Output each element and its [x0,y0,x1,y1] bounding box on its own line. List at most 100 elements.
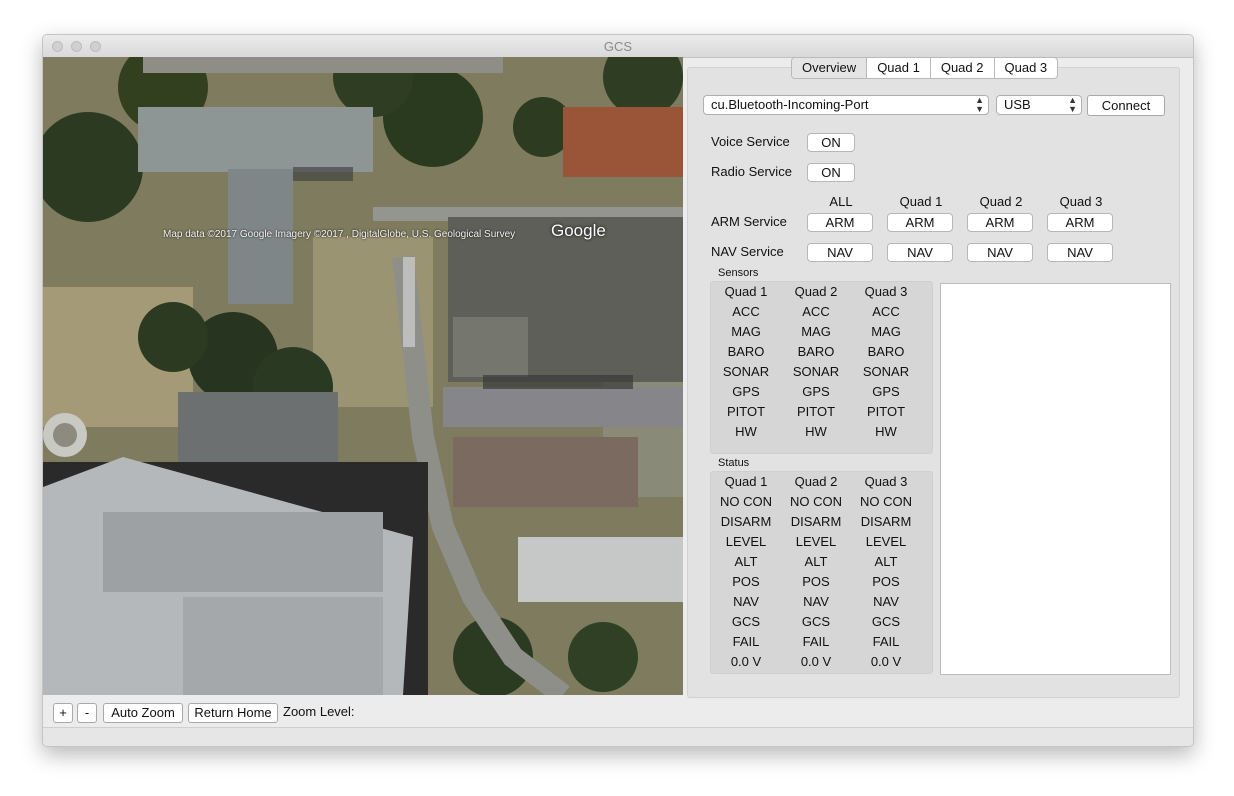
status-indicator-alt-quad-2: ALT [804,554,828,569]
sensor-indicator-sonar-quad-3: SONAR [862,364,910,379]
window-title: GCS [603,39,633,54]
status-indicator-pos-quad-2: POS [802,574,830,589]
status-group: Quad 1 Quad 2 Quad 3 NO CON NO CON NO CON DISA… [710,471,933,674]
status-indicator-no-con-quad-2: NO CON [790,494,842,509]
sensor-header-quad-2: Quad 2 [794,284,838,299]
connection-type-value: USB [1004,97,1031,112]
sensor-indicator-pitot-quad-1: PITOT [726,404,766,419]
nav-service-label: NAV Service [711,244,784,259]
sensor-indicator-acc-quad-1: ACC [732,304,760,319]
sensor-indicator-gps-quad-2: GPS [802,384,830,399]
status-indicator-fail-quad-1: FAIL [732,634,760,649]
status-header-quad-3: Quad 3 [864,474,908,489]
tab-quad-3[interactable]: Quad 3 [993,58,1058,78]
arm-quad-3-button[interactable]: ARM [1047,213,1113,232]
app-window: GCS Map data ©2017 Google Imagery ©2017 … [42,34,1194,747]
status-indicator-pos-quad-1: POS [732,574,760,589]
status-indicator-level-quad-1: LEVEL [725,534,767,549]
sensor-header-quad-1: Quad 1 [724,284,768,299]
nav-quad-2-button[interactable]: NAV [967,243,1033,262]
voice-service-toggle[interactable]: ON [807,133,855,152]
status-title: Status [718,457,750,469]
status-indicator-0-0-v-quad-3: 0.0 V [870,654,902,669]
radio-service-toggle[interactable]: ON [807,163,855,182]
radio-service-label: Radio Service [711,164,792,179]
zoom-out-button[interactable]: - [77,703,97,723]
status-indicator-pos-quad-3: POS [872,574,900,589]
status-grid: Quad 1 Quad 2 Quad 3 NO CON NO CON NO CON DISA… [711,472,921,672]
sensor-indicator-baro-quad-3: BARO [867,344,905,359]
port-select[interactable]: cu.Bluetooth-Incoming-Port ▲ ▼ [703,95,989,115]
title-bar[interactable]: GCS [43,35,1193,58]
column-header-quad-1: Quad 1 [899,194,943,209]
sensor-indicator-sonar-quad-1: SONAR [722,364,770,379]
port-select-value: cu.Bluetooth-Incoming-Port [711,97,869,112]
arm-quad-2-button[interactable]: ARM [967,213,1033,232]
sensor-indicator-baro-quad-1: BARO [727,344,765,359]
arm-quad-1-button[interactable]: ARM [887,213,953,232]
return-home-button[interactable]: Return Home [188,703,278,723]
status-indicator-0-0-v-quad-2: 0.0 V [800,654,832,669]
status-indicator-0-0-v-quad-1: 0.0 V [730,654,762,669]
arm-all-button[interactable]: ARM [807,213,873,232]
sensor-indicator-mag-quad-1: MAG [731,324,761,339]
sensor-indicator-acc-quad-3: ACC [872,304,900,319]
status-header-quad-2: Quad 2 [794,474,838,489]
select-arrows-icon: ▲ ▼ [975,95,984,114]
google-logo: Google [551,221,606,240]
tab-quad-2[interactable]: Quad 2 [929,58,994,78]
status-indicator-fail-quad-3: FAIL [872,634,900,649]
connect-button[interactable]: Connect [1087,95,1165,116]
sensor-indicator-baro-quad-2: BARO [797,344,835,359]
sensors-grid: Quad 1 Quad 2 Quad 3 ACC ACC ACC MAG MAG MAG BARO… [711,282,921,442]
map-attribution: Map data ©2017 Google Imagery ©2017 , Di… [163,229,516,240]
status-indicator-disarm-quad-1: DISARM [720,514,772,529]
status-indicator-nav-quad-1: NAV [733,594,759,609]
status-bar [43,727,1193,746]
connection-type-select[interactable]: USB ▲ ▼ [996,95,1082,115]
status-indicator-nav-quad-2: NAV [803,594,829,609]
arm-service-label: ARM Service [711,214,787,229]
sensor-indicator-gps-quad-3: GPS [872,384,900,399]
voice-service-label: Voice Service [711,134,790,149]
tab-bar: Overview Quad 1 Quad 2 Quad 3 [791,57,1059,79]
status-indicator-no-con-quad-3: NO CON [860,494,912,509]
sensor-indicator-hw-quad-3: HW [875,424,897,439]
nav-quad-3-button[interactable]: NAV [1047,243,1113,262]
tab-overview[interactable]: Overview [792,58,867,78]
map-imagery [43,57,683,695]
log-output-textbox[interactable] [940,283,1171,675]
status-indicator-level-quad-2: LEVEL [795,534,837,549]
status-indicator-gcs-quad-3: GCS [871,614,901,629]
column-header-quad-3: Quad 3 [1059,194,1103,209]
status-indicator-no-con-quad-1: NO CON [720,494,772,509]
status-indicator-gcs-quad-1: GCS [731,614,761,629]
status-indicator-level-quad-3: LEVEL [865,534,907,549]
sensor-indicator-pitot-quad-3: PITOT [866,404,906,419]
zoom-in-button[interactable]: + [53,703,73,723]
sensor-indicator-pitot-quad-2: PITOT [796,404,836,419]
nav-quad-1-button[interactable]: NAV [887,243,953,262]
nav-all-button[interactable]: NAV [807,243,873,262]
sensor-indicator-mag-quad-3: MAG [871,324,901,339]
status-indicator-gcs-quad-2: GCS [801,614,831,629]
column-header-quad-2: Quad 2 [979,194,1023,209]
status-indicator-nav-quad-3: NAV [873,594,899,609]
sensor-indicator-hw-quad-2: HW [805,424,827,439]
status-indicator-alt-quad-1: ALT [734,554,758,569]
status-indicator-fail-quad-2: FAIL [802,634,830,649]
sensor-indicator-acc-quad-2: ACC [802,304,830,319]
auto-zoom-button[interactable]: Auto Zoom [103,703,183,723]
column-header-all: ALL [829,194,853,209]
sensors-group: Quad 1 Quad 2 Quad 3 ACC ACC ACC MAG MAG MAG BARO… [710,281,933,454]
status-header-quad-1: Quad 1 [724,474,768,489]
status-indicator-disarm-quad-3: DISARM [860,514,912,529]
select-arrows-icon: ▲ ▼ [1068,95,1077,114]
tab-quad-1[interactable]: Quad 1 [866,58,930,78]
sensor-indicator-mag-quad-2: MAG [801,324,831,339]
status-indicator-alt-quad-3: ALT [874,554,898,569]
status-indicator-disarm-quad-2: DISARM [790,514,842,529]
satellite-map[interactable]: Map data ©2017 Google Imagery ©2017 , Di… [43,57,683,695]
sensor-indicator-hw-quad-1: HW [735,424,757,439]
sensor-indicator-sonar-quad-2: SONAR [792,364,840,379]
